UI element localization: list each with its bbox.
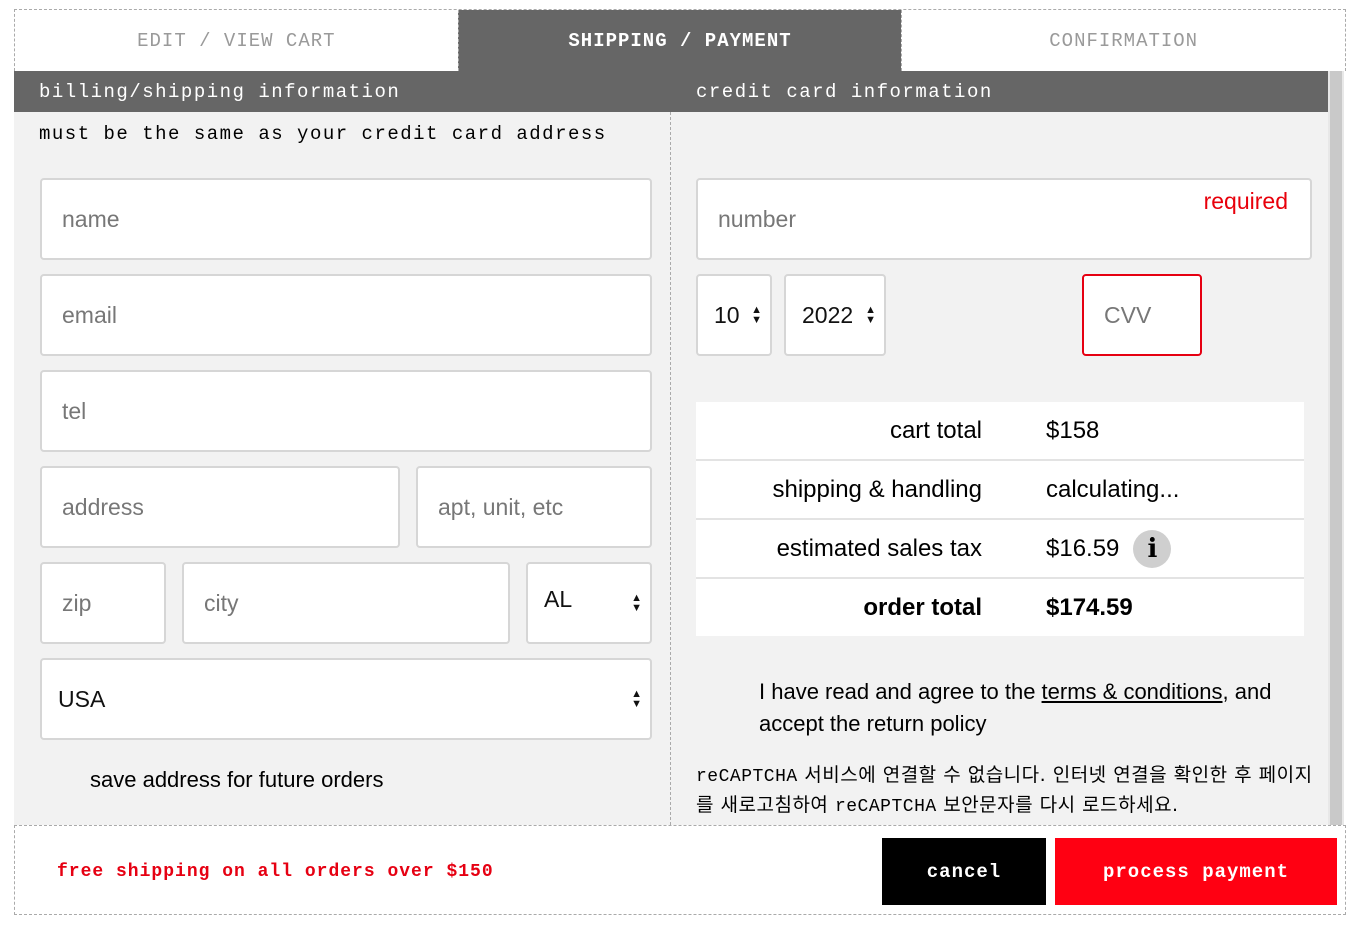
zip-placeholder: zip — [62, 589, 92, 616]
recaptcha-error: reCAPTCHA 서비스에 연결할 수 없습니다. 인터넷 연결을 확인한 후… — [696, 761, 1324, 821]
name-placeholder: name — [62, 205, 120, 232]
address-field[interactable]: address — [40, 466, 400, 548]
recaptcha-name: reCAPTCHA — [834, 797, 937, 817]
order-total-row: order total $174.59 — [696, 579, 1304, 636]
expiry-year-value: 2022 — [802, 301, 854, 328]
cvv-placeholder: CVV — [1104, 301, 1152, 328]
card-number-field[interactable]: number required — [696, 178, 1312, 260]
shipping-label: shipping & handling — [772, 475, 983, 503]
email-field[interactable]: email — [40, 274, 652, 356]
card-header: credit card information — [671, 71, 1328, 112]
order-total-label: order total — [863, 593, 982, 621]
expiry-month-value: 10 — [714, 301, 740, 328]
checkout-footer: free shipping on all orders over $150 ca… — [14, 825, 1346, 915]
tax-value-wrap: $16.59 i — [1046, 529, 1172, 568]
cart-total-label: cart total — [889, 416, 982, 444]
checkout-tabs: EDIT / VIEW CART SHIPPING / PAYMENT CONF… — [14, 9, 1346, 71]
expiry-year-select[interactable]: 2022 ▲ ▼ — [784, 274, 886, 356]
tax-row: estimated sales tax $16.59 i — [696, 520, 1304, 579]
cvv-field[interactable]: CVV — [1082, 274, 1202, 356]
shipping-value: calculating... — [1046, 475, 1180, 503]
tel-placeholder: tel — [62, 397, 87, 424]
order-total-value: $174.59 — [1046, 593, 1133, 621]
city-field[interactable]: city — [182, 562, 510, 644]
terms-link[interactable]: terms & conditions — [1042, 679, 1223, 704]
shipping-row: shipping & handling calculating... — [696, 461, 1304, 520]
save-address-checkbox[interactable]: save address for future orders — [90, 767, 383, 793]
state-value: AL — [544, 586, 573, 612]
country-value: USA — [58, 685, 106, 712]
cart-total-row: cart total $158 — [696, 402, 1304, 461]
state-select[interactable]: AL ▲ ▼ — [526, 562, 652, 644]
required-label: required — [1203, 188, 1288, 214]
process-payment-button[interactable]: process payment — [1055, 838, 1337, 905]
email-placeholder: email — [62, 301, 117, 328]
expiry-month-select[interactable]: 10 ▲ ▼ — [696, 274, 772, 356]
recaptcha-msg-2: 보안문자를 다시 로드하세요. — [936, 794, 1179, 816]
billing-header: billing/shipping information — [14, 71, 671, 112]
order-summary: cart total $158 shipping & handling calc… — [696, 402, 1304, 636]
panel-scrollbar[interactable] — [1328, 71, 1344, 825]
address-placeholder: address — [62, 493, 144, 520]
name-field[interactable]: name — [40, 178, 652, 260]
tab-edit-view-cart[interactable]: EDIT / VIEW CART — [15, 10, 458, 71]
select-arrows-icon: ▲ ▼ — [865, 304, 876, 326]
select-arrows-icon: ▲ ▼ — [751, 304, 762, 326]
scrollbar-thumb[interactable] — [1330, 71, 1342, 825]
tax-label: estimated sales tax — [776, 534, 982, 562]
select-arrows-icon: ▲ ▼ — [631, 688, 642, 710]
terms-agreement[interactable]: I have read and agree to the terms & con… — [759, 676, 1299, 740]
billing-note: must be the same as your credit card add… — [39, 123, 607, 145]
tel-field[interactable]: tel — [40, 370, 652, 452]
apt-field[interactable]: apt, unit, etc — [416, 466, 652, 548]
terms-prefix: I have read and agree to the — [759, 679, 1042, 704]
info-icon[interactable]: i — [1133, 529, 1172, 568]
checkout-panel: billing/shipping information credit card… — [14, 71, 1328, 825]
recaptcha-name: reCAPTCHA — [696, 767, 798, 787]
country-select[interactable]: USA ▲ ▼ — [40, 658, 652, 740]
zip-field[interactable]: zip — [40, 562, 166, 644]
tab-confirmation[interactable]: CONFIRMATION — [901, 10, 1346, 71]
tax-value: $16.59 — [1046, 534, 1120, 562]
free-shipping-notice: free shipping on all orders over $150 — [57, 862, 494, 882]
tab-shipping-payment[interactable]: SHIPPING / PAYMENT — [457, 10, 902, 71]
cart-total-value: $158 — [1046, 416, 1100, 444]
apt-placeholder: apt, unit, etc — [438, 493, 564, 520]
cancel-button[interactable]: cancel — [882, 838, 1046, 905]
city-placeholder: city — [204, 589, 239, 616]
card-number-placeholder: number — [718, 205, 796, 232]
select-arrows-icon: ▲ ▼ — [631, 592, 642, 614]
column-divider — [670, 112, 671, 825]
